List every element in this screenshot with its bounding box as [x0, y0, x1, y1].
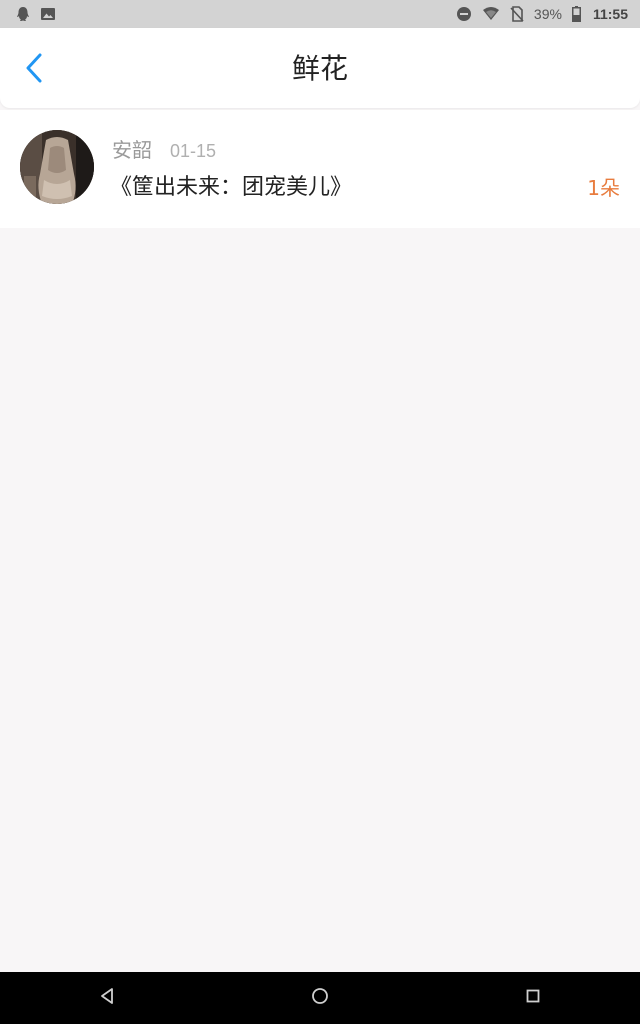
status-left-group	[16, 6, 56, 22]
page-title: 鲜花	[291, 52, 348, 85]
nav-home-button[interactable]	[290, 972, 350, 1024]
qq-icon	[16, 6, 30, 22]
home-circle-icon	[310, 986, 330, 1010]
avatar[interactable]	[20, 130, 94, 204]
post-date: 01-15	[170, 141, 217, 161]
recents-square-icon	[524, 987, 542, 1009]
wifi-icon	[482, 7, 500, 21]
book-title[interactable]: 《筐出未来：团宠美儿》	[110, 174, 352, 202]
nav-recents-button[interactable]	[503, 972, 563, 1024]
list-item[interactable]: 安韶 01-15 《筐出未来：团宠美儿》 1朵	[0, 110, 640, 228]
flower-count: 1朵	[587, 176, 620, 200]
back-triangle-icon	[98, 987, 116, 1009]
flower-list: 安韶 01-15 《筐出未来：团宠美儿》 1朵	[0, 110, 640, 228]
user-name: 安韶	[112, 138, 152, 162]
status-bar: 39% 11:55	[0, 0, 640, 28]
status-time: 11:55	[592, 6, 628, 22]
image-icon	[40, 7, 56, 21]
battery-percent: 39%	[533, 6, 562, 22]
do-not-disturb-icon	[456, 6, 472, 22]
app-header: 鲜花	[0, 28, 640, 108]
nav-back-button[interactable]	[77, 972, 137, 1024]
status-right-group: 39% 11:55	[456, 6, 628, 22]
system-nav-bar	[0, 972, 640, 1024]
battery-icon	[571, 6, 581, 22]
no-sim-icon	[510, 6, 524, 22]
